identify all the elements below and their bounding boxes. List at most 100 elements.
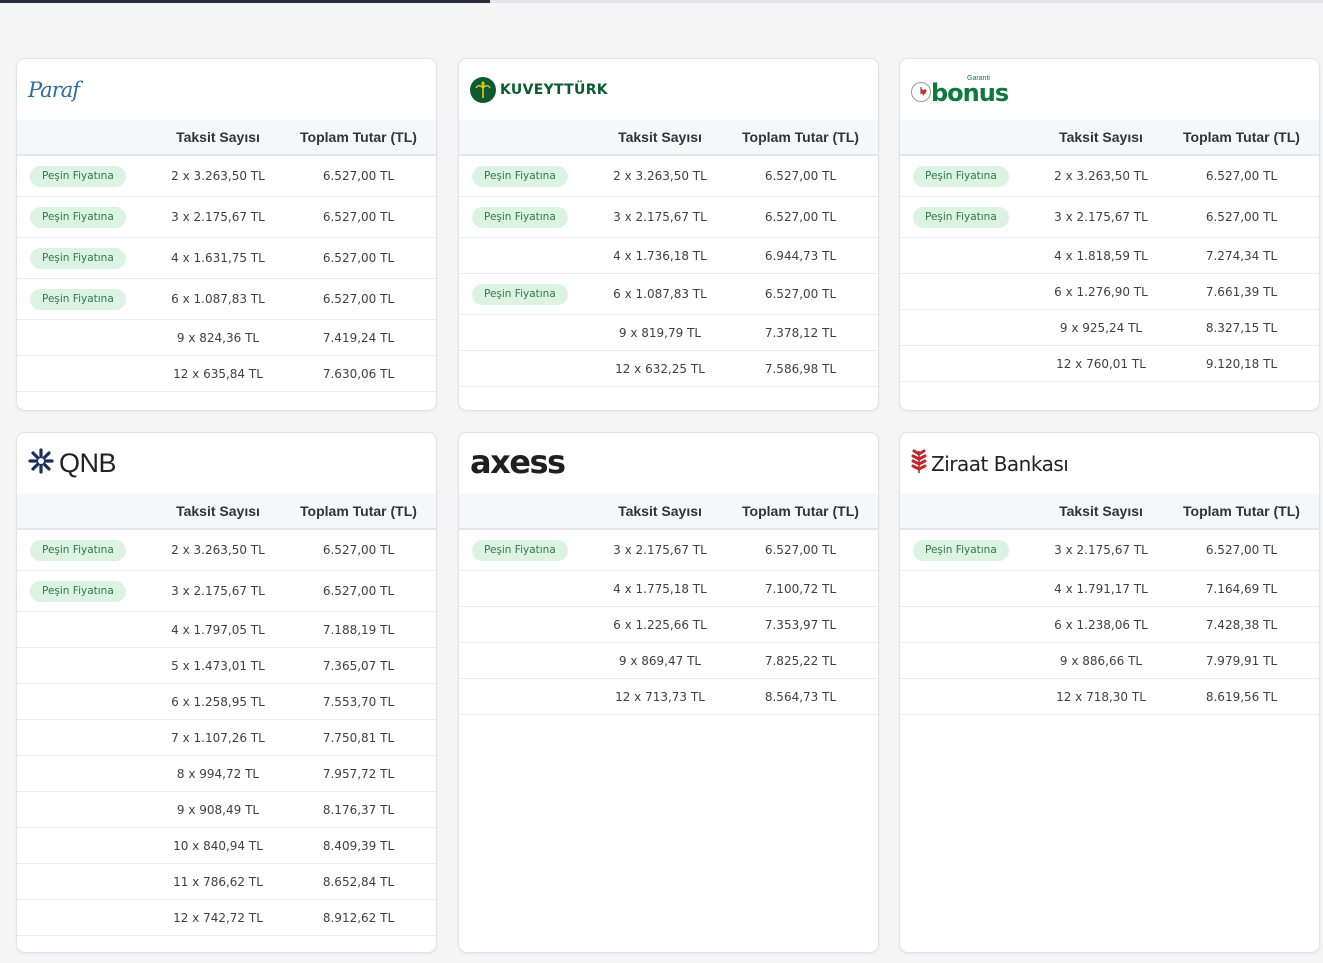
installment-cell: 2 x 3.263,50 TL	[171, 169, 265, 183]
palm-icon	[470, 76, 496, 103]
total-cell: 7.553,70 TL	[322, 694, 395, 709]
badge-cell: Peşin Fiyatına	[17, 288, 157, 310]
badge-cell: Peşin Fiyatına	[17, 247, 157, 269]
header-total: Toplam Tutar (TL)	[300, 129, 417, 145]
table-row: Peşin Fiyatına 3 x 2.175,67 TL 6.527,00 …	[900, 530, 1319, 571]
table-row: Peşin Fiyatına 3 x 2.175,67 TL 6.527,00 …	[459, 530, 878, 571]
installment-cell: 11 x 786,62 TL	[173, 874, 263, 889]
table-row: 6 x 1.238,06 TL 7.428,38 TL	[900, 607, 1319, 643]
bank-logo-text: KUVEYTTÜRK	[500, 81, 608, 98]
table-row: Peşin Fiyatına 6 x 1.087,83 TL 6.527,00 …	[17, 279, 436, 320]
total-cell: 7.428,38 TL	[1205, 617, 1278, 632]
card-header: Paraf	[17, 59, 436, 120]
badge-cell: Peşin Fiyatına	[459, 165, 599, 187]
total-cell: 6.527,00 TL	[322, 292, 395, 306]
installment-cell: 6 x 1.276,90 TL	[1054, 284, 1148, 299]
garanti-small-text: Garanti	[967, 74, 990, 82]
header-total: Toplam Tutar (TL)	[300, 503, 417, 519]
total-cell: 6.944,73 TL	[764, 248, 837, 263]
table-row: 12 x 742,72 TL 8.912,62 TL	[17, 900, 436, 936]
table-header: Taksit Sayısı Toplam Tutar (TL)	[900, 120, 1319, 156]
table-row: 12 x 632,25 TL 7.586,98 TL	[459, 351, 878, 387]
table-row: Peşin Fiyatına 3 x 2.175,67 TL 6.527,00 …	[459, 197, 878, 238]
total-cell: 7.100,72 TL	[764, 581, 837, 596]
bank-logo-text: QNB	[59, 448, 117, 478]
total-cell: 6.527,00 TL	[764, 169, 837, 183]
table-row: 5 x 1.473,01 TL 7.365,07 TL	[17, 648, 436, 684]
installment-cell: 6 x 1.225,66 TL	[613, 617, 707, 632]
installment-cell: 3 x 2.175,67 TL	[1054, 210, 1148, 224]
badge-cell: Peşin Fiyatına	[17, 206, 157, 228]
cash-price-badge: Peşin Fiyatına	[913, 165, 1009, 187]
cash-price-badge: Peşin Fiyatına	[30, 288, 126, 310]
total-cell: 7.353,97 TL	[764, 617, 837, 632]
installment-cell: 3 x 2.175,67 TL	[613, 210, 707, 224]
installment-cell: 4 x 1.631,75 TL	[171, 251, 265, 265]
total-cell: 8.409,39 TL	[322, 838, 395, 853]
table-row: 12 x 713,73 TL 8.564,73 TL	[459, 679, 878, 715]
installment-cell: 2 x 3.263,50 TL	[171, 543, 265, 557]
installment-cell: 4 x 1.818,59 TL	[1054, 248, 1148, 263]
total-cell: 8.327,15 TL	[1205, 320, 1278, 335]
installment-cell: 6 x 1.258,95 TL	[171, 694, 265, 709]
table-row: Peşin Fiyatına 6 x 1.087,83 TL 6.527,00 …	[459, 274, 878, 315]
total-cell: 7.164,69 TL	[1205, 581, 1278, 596]
total-cell: 8.619,56 TL	[1205, 689, 1278, 704]
installment-cell: 2 x 3.263,50 TL	[1054, 169, 1148, 183]
badge-cell: Peşin Fiyatına	[17, 165, 157, 187]
header-installment: Taksit Sayısı	[1059, 129, 1143, 145]
bank-logo-text: Ziraat Bankası	[931, 451, 1069, 476]
installment-cell: 9 x 908,49 TL	[176, 802, 260, 817]
total-cell: 7.378,12 TL	[764, 325, 837, 340]
table-row: Peşin Fiyatına 3 x 2.175,67 TL 6.527,00 …	[17, 197, 436, 238]
badge-cell: Peşin Fiyatına	[900, 539, 1040, 561]
cash-price-badge: Peşin Fiyatına	[30, 539, 126, 561]
total-cell: 7.274,34 TL	[1205, 248, 1278, 263]
table-row: 8 x 994,72 TL 7.957,72 TL	[17, 756, 436, 792]
installment-cell: 8 x 994,72 TL	[176, 766, 260, 781]
total-cell: 6.527,00 TL	[764, 543, 837, 557]
cash-price-badge: Peşin Fiyatına	[472, 283, 568, 305]
total-cell: 6.527,00 TL	[764, 210, 837, 224]
installment-cell: 6 x 1.238,06 TL	[1054, 617, 1148, 632]
bank-card-ziraat-bankas-: Ziraat Bankası Taksit Sayısı Toplam Tuta…	[899, 432, 1320, 953]
table-header: Taksit Sayısı Toplam Tutar (TL)	[459, 120, 878, 156]
header-total: Toplam Tutar (TL)	[1183, 503, 1300, 519]
header-installment: Taksit Sayısı	[176, 129, 260, 145]
installment-cell: 3 x 2.175,67 TL	[171, 210, 265, 224]
installment-cell: 4 x 1.736,18 TL	[613, 248, 707, 263]
installment-cell: 12 x 713,73 TL	[615, 689, 705, 704]
cash-price-badge: Peşin Fiyatına	[30, 206, 126, 228]
bank-card-qnb: QNB Taksit Sayısı Toplam Tutar (TL) Peşi…	[16, 432, 437, 953]
total-cell: 8.564,73 TL	[764, 689, 837, 704]
total-cell: 7.957,72 TL	[322, 766, 395, 781]
cash-price-badge: Peşin Fiyatına	[472, 539, 568, 561]
total-cell: 8.176,37 TL	[322, 802, 395, 817]
total-cell: 6.527,00 TL	[322, 169, 395, 183]
installment-cell: 12 x 635,84 TL	[173, 366, 263, 381]
table-row: 4 x 1.791,17 TL 7.164,69 TL	[900, 571, 1319, 607]
table-row: Peşin Fiyatına 2 x 3.263,50 TL 6.527,00 …	[900, 156, 1319, 197]
installment-cell: 3 x 2.175,67 TL	[1054, 543, 1148, 557]
total-cell: 6.527,00 TL	[322, 584, 395, 598]
bank-logo-text: bonus	[931, 78, 1009, 107]
bank-card-axess: axess Taksit Sayısı Toplam Tutar (TL) Pe…	[458, 432, 879, 953]
table-row: Peşin Fiyatına 2 x 3.263,50 TL 6.527,00 …	[459, 156, 878, 197]
total-cell: 6.527,00 TL	[322, 543, 395, 557]
axess-logo: axess	[470, 443, 566, 481]
tab-indicator-bar	[0, 0, 1323, 3]
total-cell: 6.527,00 TL	[322, 251, 395, 265]
bank-logo-text: axess	[470, 442, 566, 481]
table-row: 9 x 908,49 TL 8.176,37 TL	[17, 792, 436, 828]
installment-cell: 12 x 742,72 TL	[173, 910, 263, 925]
cash-price-badge: Peşin Fiyatına	[472, 165, 568, 187]
table-row: Peşin Fiyatına 3 x 2.175,67 TL 6.527,00 …	[900, 197, 1319, 238]
table-row: Peşin Fiyatına 2 x 3.263,50 TL 6.527,00 …	[17, 530, 436, 571]
installment-cell: 9 x 819,79 TL	[618, 325, 702, 340]
total-cell: 8.912,62 TL	[322, 910, 395, 925]
total-cell: 7.188,19 TL	[322, 622, 395, 637]
total-cell: 9.120,18 TL	[1205, 356, 1278, 371]
installment-cell: 6 x 1.087,83 TL	[171, 292, 265, 306]
bonus-logo: I ♥ bonus Garanti	[911, 74, 1009, 107]
table-row: Peşin Fiyatına 2 x 3.263,50 TL 6.527,00 …	[17, 156, 436, 197]
